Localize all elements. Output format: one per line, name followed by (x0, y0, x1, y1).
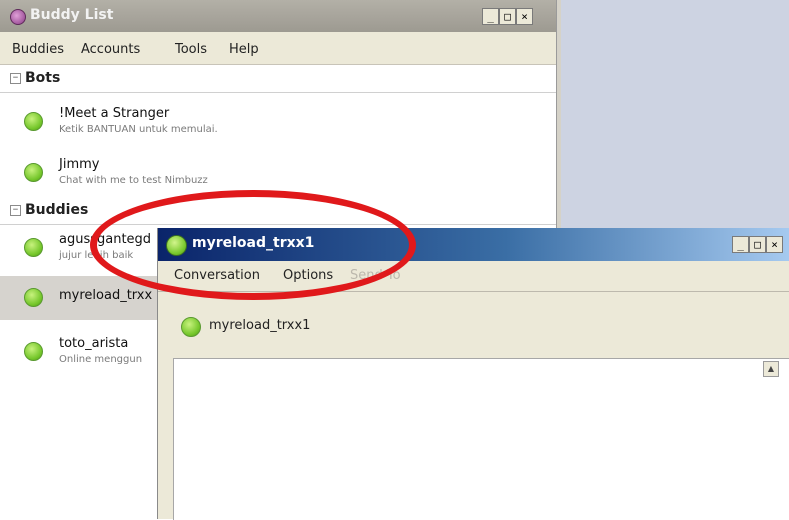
red-annotation-ellipse (90, 190, 416, 300)
online-status-icon (24, 112, 43, 131)
buddy-status-message: Online menggun (59, 354, 143, 365)
conversation-history[interactable] (173, 358, 789, 520)
collapse-toggle-icon[interactable]: − (10, 205, 21, 216)
close-button[interactable]: × (766, 236, 783, 253)
buddy-name: myreload_trxx (59, 288, 153, 303)
minimize-button[interactable]: _ (482, 8, 499, 25)
conversation-partner-name: myreload_trxx1 (209, 318, 311, 333)
online-status-icon (181, 317, 201, 337)
buddy-name: Jimmy (59, 157, 100, 172)
menu-tools[interactable]: Tools (175, 42, 207, 57)
buddy-status-message: Ketik BANTUAN untuk memulai. (59, 124, 218, 135)
close-button[interactable]: × (516, 8, 533, 25)
desktop-background (560, 0, 789, 232)
maximize-button[interactable]: □ (749, 236, 766, 253)
minimize-button[interactable]: _ (732, 236, 749, 253)
menu-buddies[interactable]: Buddies (12, 42, 64, 57)
buddy-row-meet-a-stranger[interactable]: !Meet a Stranger Ketik BANTUAN untuk mem… (0, 104, 556, 148)
buddy-list-title: Buddy List (30, 7, 114, 23)
buddy-status-message: Chat with me to test Nimbuzz (59, 175, 208, 186)
online-status-icon (24, 288, 43, 307)
maximize-button[interactable]: □ (499, 8, 516, 25)
online-status-icon (24, 238, 43, 257)
buddy-list-menubar: Buddies Accounts Tools Help (0, 32, 556, 65)
buddy-name: toto_arista (59, 336, 129, 351)
online-status-icon (24, 163, 43, 182)
buddy-list-titlebar[interactable]: Buddy List _ □ × (0, 0, 556, 32)
buddy-name: !Meet a Stranger (59, 106, 170, 121)
scroll-up-arrow-icon[interactable]: ▲ (763, 361, 779, 377)
menu-help[interactable]: Help (229, 42, 259, 57)
group-label: Bots (25, 70, 61, 86)
menu-accounts[interactable]: Accounts (81, 42, 140, 57)
group-label: Buddies (25, 202, 89, 218)
collapse-toggle-icon[interactable]: − (10, 73, 21, 84)
group-header-bots[interactable]: − Bots (0, 66, 556, 93)
pidgin-app-icon (10, 9, 26, 25)
online-status-icon (24, 342, 43, 361)
